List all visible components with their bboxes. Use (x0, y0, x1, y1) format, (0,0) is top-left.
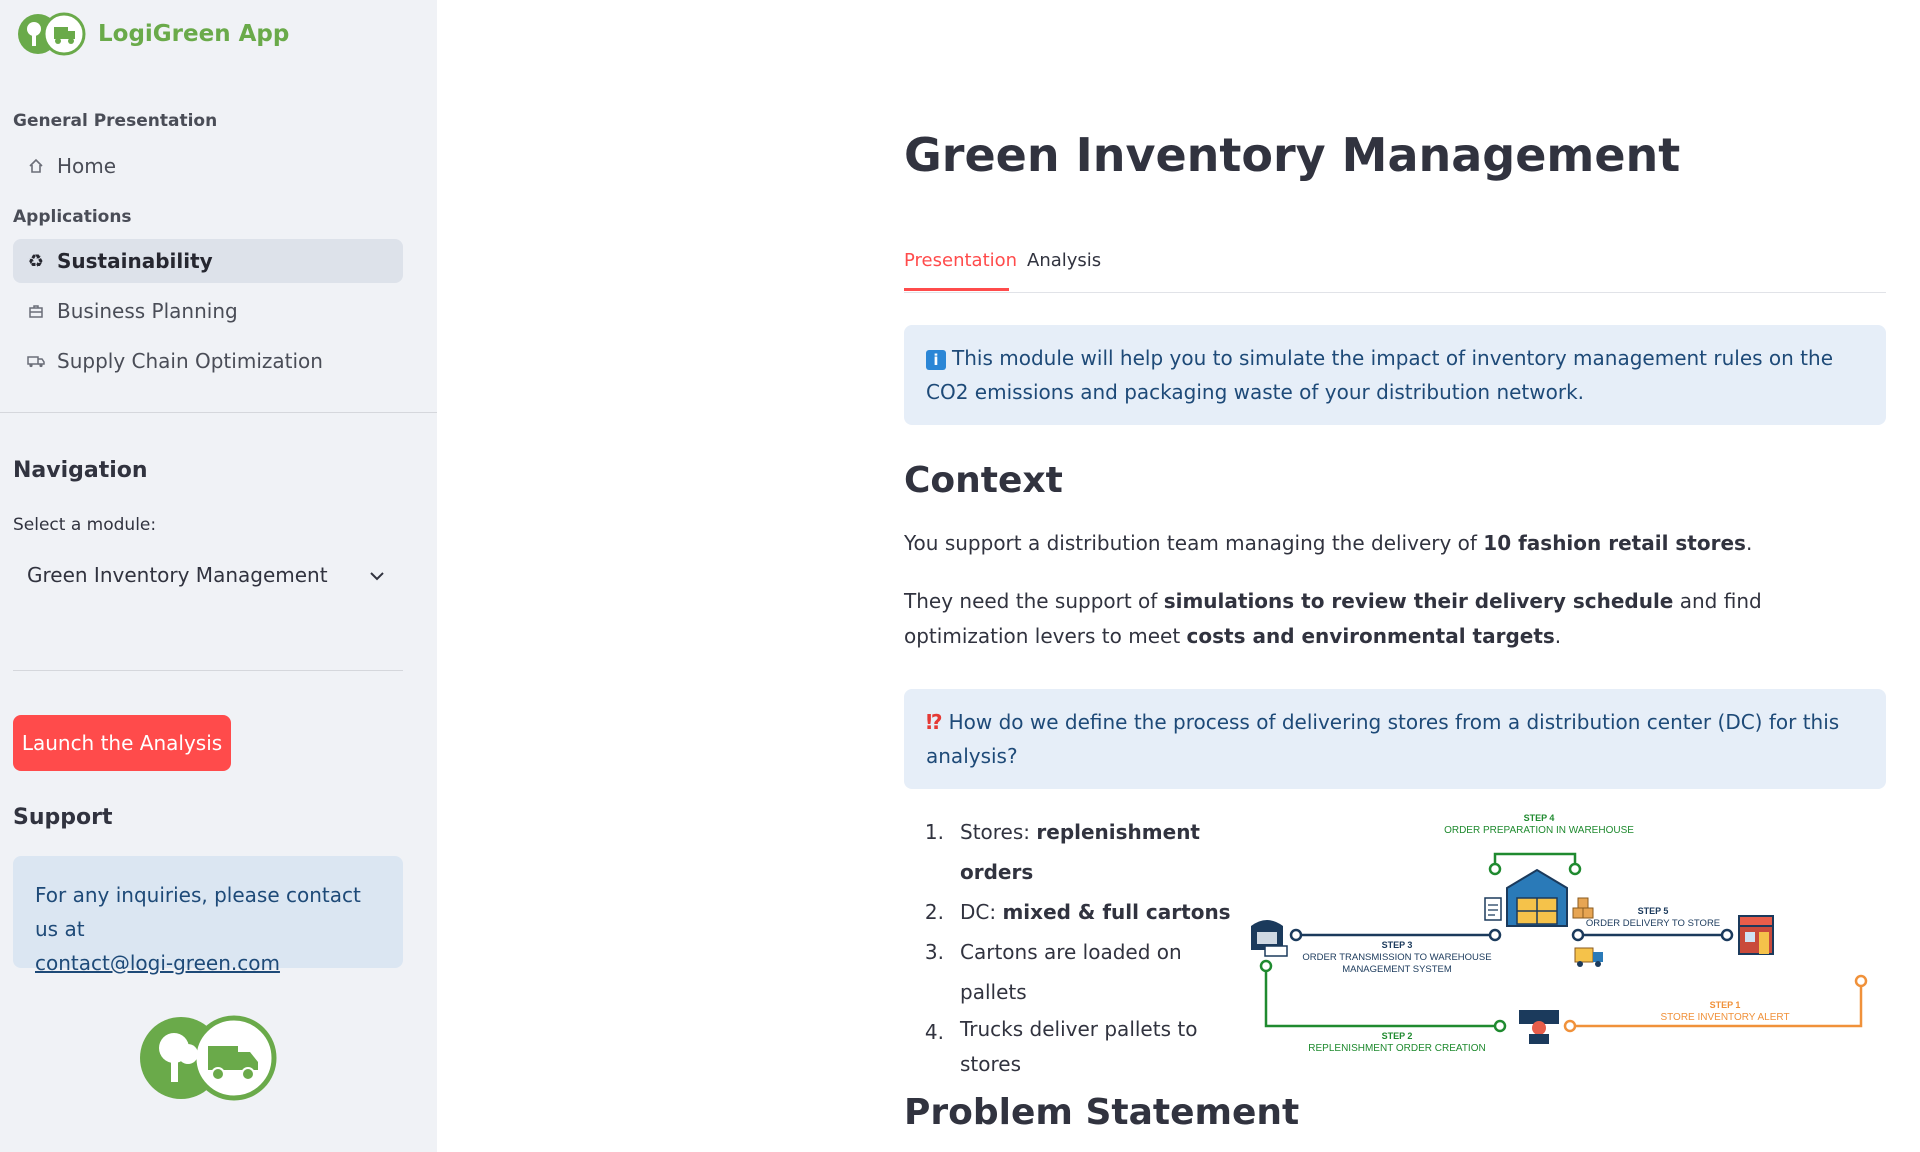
sidebar-divider (13, 670, 403, 671)
process-diagram: STEP 4 ORDER PREPARATION IN WAREHOUSE ST… (1251, 813, 1868, 1054)
text-span: DC: (960, 900, 1003, 924)
process-steps-list: 1. Stores: replenishment orders 2. DC: mix… (904, 812, 1249, 1082)
support-text: For any inquiries, please contact us at (35, 883, 361, 941)
list-number: 2. (924, 900, 944, 924)
problem-statement-heading: Problem Statement (904, 1092, 1300, 1133)
list-item: 2. DC: mixed & full cartons (904, 892, 1249, 932)
select-module-label: Select a module: (13, 515, 157, 535)
clipboard-icon (1484, 897, 1502, 921)
list-item: 4. Trucks deliver pallets to stores (904, 1012, 1249, 1082)
step3-text-line1: ORDER TRANSMISSION TO WAREHOUSE (1302, 952, 1491, 963)
support-info-box: For any inquiries, please contact us at … (13, 856, 403, 975)
context-paragraph-1: You support a distribution team managing… (904, 526, 1886, 561)
bold-text: mixed & full cartons (1002, 900, 1231, 924)
sidebar: LogiGreen App General Presentation Home … (0, 0, 437, 1152)
tab-presentation[interactable]: Presentation (904, 250, 1017, 271)
interrobang-icon: ⁉ (926, 710, 943, 734)
recycle-icon: ♻ (27, 250, 45, 272)
support-heading: Support (13, 805, 113, 830)
info-icon: i (926, 349, 946, 370)
list-item: 1. Stores: replenishment orders (904, 812, 1249, 892)
step3-number: STEP 3 (1382, 940, 1413, 950)
step5-number: STEP 5 (1638, 906, 1669, 916)
sidebar-item-sustainability[interactable]: ♻ Sustainability (13, 239, 403, 283)
step1-number: STEP 1 (1710, 1000, 1741, 1010)
tab-analysis[interactable]: Analysis (1027, 250, 1101, 271)
text-span: . (1554, 624, 1562, 648)
support-email-link[interactable]: contact@logi-green.com (35, 951, 280, 975)
app-name: LogiGreen App (98, 21, 290, 47)
page-title: Green Inventory Management (904, 128, 1681, 182)
sidebar-item-label: Home (57, 154, 117, 178)
sidebar-divider (0, 412, 437, 413)
bold-text: 10 fashion retail stores (1483, 531, 1746, 555)
info-box: i This module will help you to simulate t… (904, 325, 1886, 425)
step4-number: STEP 4 (1524, 813, 1555, 823)
inventory-operator-icon (1519, 1010, 1559, 1044)
navigation-heading: Navigation (13, 458, 148, 483)
step2-number: STEP 2 (1382, 1031, 1413, 1041)
main-content: Green Inventory Management Presentation … (437, 0, 1920, 1152)
text-span: Stores: (960, 820, 1037, 844)
truck-icon (25, 350, 47, 372)
module-select[interactable]: Green Inventory Management (13, 548, 403, 602)
bold-text: simulations to review their delivery sch… (1163, 589, 1674, 613)
logo-icon (18, 12, 86, 56)
delivery-truck-icon (1574, 947, 1603, 967)
boxes-icon (1572, 897, 1594, 919)
launch-analysis-button[interactable]: Launch the Analysis (13, 715, 231, 771)
home-icon (25, 155, 47, 177)
sidebar-item-supply-chain-optimization[interactable]: Supply Chain Optimization (13, 339, 403, 383)
warehouse-icon (1506, 868, 1568, 927)
list-item: 3. Cartons are loaded on pallets (904, 932, 1249, 1012)
text-span: Trucks deliver pallets to stores (960, 1017, 1198, 1076)
store-icon (1738, 915, 1774, 955)
step4-text: ORDER PREPARATION IN WAREHOUSE (1444, 825, 1634, 836)
chevron-down-icon (369, 563, 385, 587)
sidebar-item-label: Business Planning (57, 299, 238, 323)
info-text: This module will help you to simulate th… (926, 346, 1834, 404)
list-number: 3. (924, 940, 944, 964)
tab-active-indicator (904, 288, 1009, 291)
bold-text: costs and environmental targets (1186, 624, 1555, 648)
logo-icon (140, 1015, 277, 1101)
question-text: How do we define the process of deliveri… (926, 710, 1840, 768)
text-span: They need the support of (904, 589, 1164, 613)
question-box: ⁉ How do we define the process of deliver… (904, 689, 1886, 789)
context-paragraph-2: They need the support of simulations to … (904, 584, 1886, 654)
section-general-presentation: General Presentation (13, 111, 218, 131)
tab-bar: Presentation Analysis (904, 244, 1886, 293)
sidebar-item-label: Supply Chain Optimization (57, 349, 323, 373)
step1-text: STORE INVENTORY ALERT (1660, 1012, 1789, 1023)
list-number: 1. (924, 820, 944, 844)
list-number: 4. (924, 1020, 944, 1044)
text-span: Cartons are loaded on pallets (960, 940, 1182, 1004)
context-heading: Context (904, 460, 1063, 501)
briefcase-icon (25, 300, 47, 322)
sidebar-item-label: Sustainability (57, 249, 213, 273)
step5-text: ORDER DELIVERY TO STORE (1586, 918, 1720, 929)
text-span: . (1745, 531, 1753, 555)
text-span: You support a distribution team managing… (904, 531, 1484, 555)
step3-text-line2: MANAGEMENT SYSTEM (1342, 964, 1452, 975)
sidebar-item-home[interactable]: Home (13, 144, 403, 188)
app-logo[interactable]: LogiGreen App (16, 12, 289, 56)
computer-icon (1251, 920, 1288, 957)
sidebar-item-business-planning[interactable]: Business Planning (13, 289, 403, 333)
module-select-value: Green Inventory Management (27, 563, 328, 587)
section-applications: Applications (13, 207, 132, 227)
step2-text: REPLENISHMENT ORDER CREATION (1308, 1043, 1485, 1054)
